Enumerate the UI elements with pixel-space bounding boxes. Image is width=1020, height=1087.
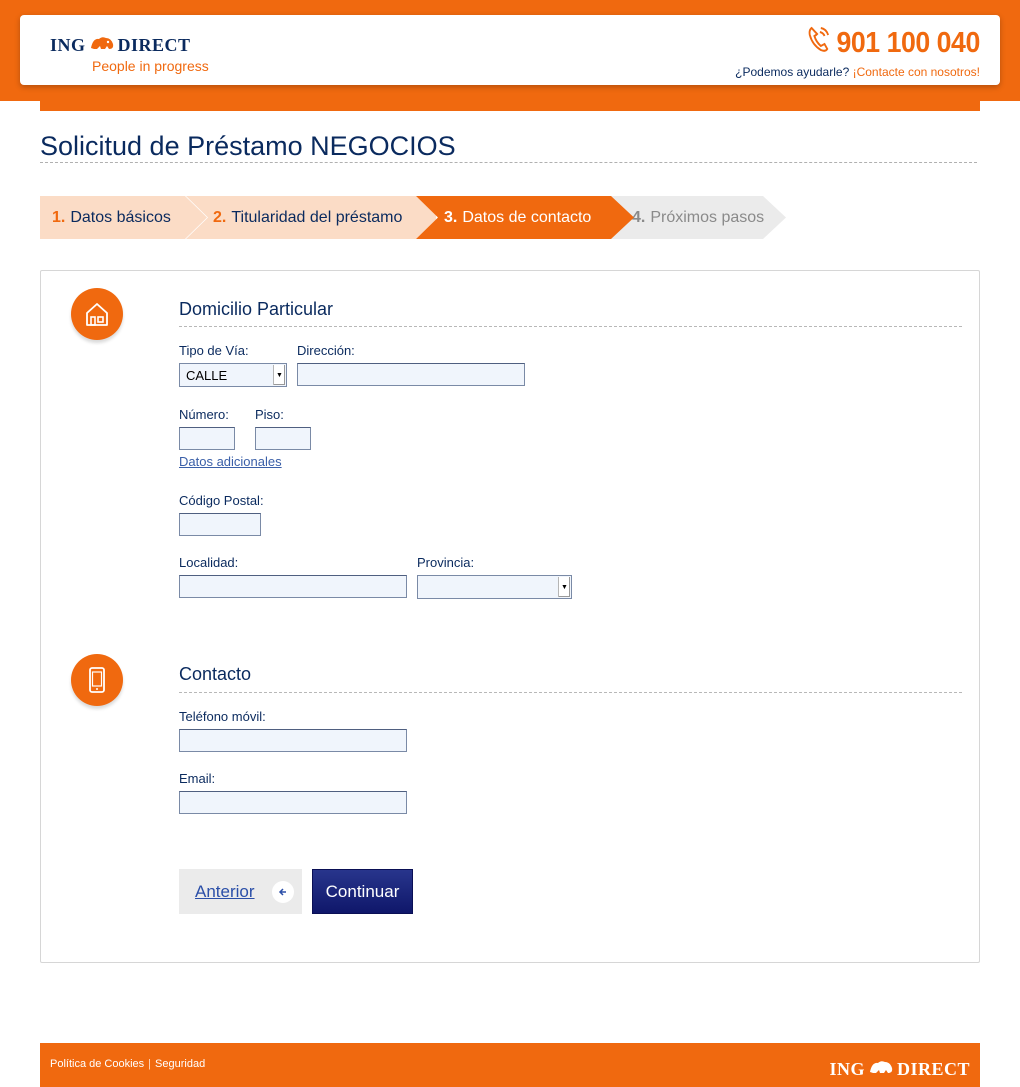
brand-wordmark: ING DIRECT: [50, 34, 209, 57]
numero-input[interactable]: [179, 427, 235, 450]
codigo-postal-input[interactable]: [179, 513, 261, 536]
step-titularidad[interactable]: 2. Titularidad del préstamo: [186, 196, 436, 239]
arrow-left-icon: [272, 881, 294, 903]
footer-links: Política de Cookies | Seguridad: [50, 1058, 205, 1070]
help-text: ¿Podemos ayudarle?: [735, 65, 850, 79]
codigo-postal-label: Código Postal:: [179, 493, 264, 508]
help-line: ¿Podemos ayudarle? ¡Contacte con nosotro…: [735, 65, 980, 79]
step-datos-basicos[interactable]: 1. Datos básicos: [40, 196, 207, 239]
lion-logo-icon: [89, 34, 115, 57]
section-title-domicilio: Domicilio Particular: [179, 299, 334, 319]
section-divider: [179, 692, 962, 693]
dropdown-arrow-icon: ▼: [273, 365, 285, 385]
progress-steps: 1. Datos básicos 2. Titularidad del prés…: [40, 196, 800, 239]
brand-ing: ING: [50, 35, 86, 55]
title-divider: [40, 162, 977, 163]
anterior-button[interactable]: Anterior: [179, 869, 302, 914]
step-number: 1.: [52, 208, 66, 226]
provincia-label: Provincia:: [417, 555, 475, 570]
dropdown-arrow-icon: ▼: [558, 577, 570, 597]
phone-number-text: 901 100 040: [836, 26, 981, 59]
piso-input[interactable]: [255, 427, 311, 450]
telefono-movil-label: Teléfono móvil:: [179, 709, 266, 724]
step-label: Datos de contacto: [462, 208, 592, 226]
direccion-label: Dirección:: [297, 343, 355, 358]
localidad-label: Localidad:: [179, 555, 239, 570]
lion-logo-icon: [868, 1058, 894, 1081]
house-icon: [71, 288, 123, 340]
tagline: People in progress: [92, 58, 209, 74]
phone-icon: [807, 25, 836, 61]
datos-adicionales-link[interactable]: Datos adicionales: [179, 454, 282, 469]
step-proximos-pasos: 4. Próximos pasos: [610, 196, 786, 239]
ing-direct-logo[interactable]: ING DIRECT People in progress: [50, 34, 209, 74]
cookies-link[interactable]: Política de Cookies: [50, 1058, 144, 1070]
numero-label: Número:: [179, 407, 229, 422]
section-title-contacto: Contacto: [179, 664, 252, 684]
link-separator: |: [148, 1058, 152, 1070]
step-label: Próximos pasos: [650, 208, 765, 226]
step-number: 2.: [213, 208, 227, 226]
step-datos-contacto: 3. Datos de contacto: [416, 196, 634, 239]
footer-logo: ING DIRECT: [829, 1058, 970, 1081]
phone-block: 901 100 040 ¿Podemos ayudarle? ¡Contacte…: [735, 25, 980, 80]
footer-brand-direct: DIRECT: [896, 1059, 970, 1079]
step-number: 4.: [632, 208, 646, 226]
page-title: Solicitud de Préstamo NEGOCIOS: [40, 131, 456, 161]
direccion-input[interactable]: [297, 363, 525, 386]
section-divider: [179, 326, 962, 327]
tipo-via-select[interactable]: CALLE ▼: [179, 363, 287, 387]
footer-brand-ing: ING: [829, 1059, 865, 1079]
tipo-via-value: CALLE: [186, 367, 228, 383]
contact-link[interactable]: ¡Contacte con nosotros!: [853, 65, 980, 79]
piso-label: Piso:: [255, 407, 284, 422]
seguridad-link[interactable]: Seguridad: [155, 1058, 205, 1070]
step-number: 3.: [444, 208, 458, 226]
anterior-label: Anterior: [195, 881, 255, 901]
email-input[interactable]: [179, 791, 407, 814]
localidad-input[interactable]: [179, 575, 407, 598]
provincia-select[interactable]: ▼: [417, 575, 572, 599]
step-label: Datos básicos: [70, 208, 171, 226]
phone-number[interactable]: 901 100 040: [755, 25, 980, 61]
continuar-button[interactable]: Continuar: [312, 869, 413, 914]
step-label: Titularidad del préstamo: [231, 208, 403, 226]
footer: Política de Cookies | Seguridad ING DIRECT: [40, 1043, 980, 1087]
email-label: Email:: [179, 771, 216, 786]
tipo-via-label: Tipo de Vía:: [179, 343, 249, 358]
brand-direct: DIRECT: [117, 35, 191, 55]
mobile-phone-icon: [71, 654, 123, 706]
telefono-movil-input[interactable]: [179, 729, 407, 752]
header: ING DIRECT People in progress 901 100 04…: [20, 15, 1000, 85]
